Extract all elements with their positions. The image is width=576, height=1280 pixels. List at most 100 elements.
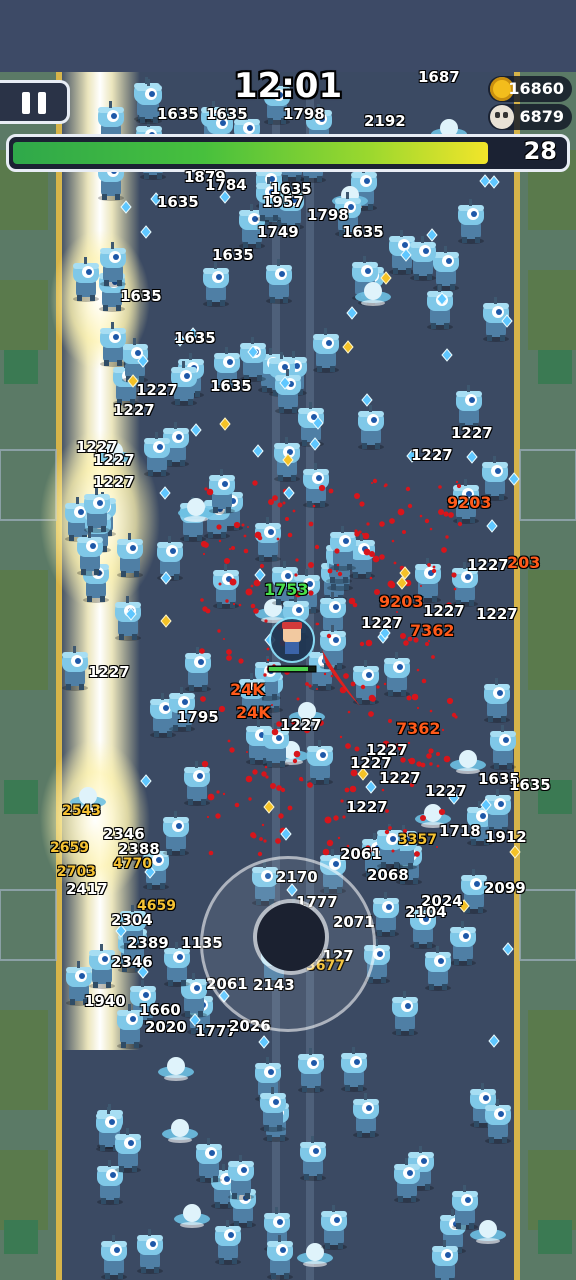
blood-drop: [424, 518, 430, 524]
blood-drop: [308, 590, 314, 596]
blood-drop: [285, 517, 289, 521]
blood-drop: [369, 576, 373, 580]
blood-drop: [425, 642, 429, 646]
damage-number: 1227: [136, 381, 178, 399]
damage-number: 4659: [137, 898, 176, 914]
blood-drop: [432, 565, 436, 569]
damage-number: 2068: [367, 866, 409, 884]
blood-drop: [292, 509, 296, 513]
blood-drop: [403, 640, 409, 646]
blood-drop: [282, 501, 286, 505]
robot-enemy: [321, 1205, 347, 1250]
blood-drop: [259, 837, 263, 841]
blood-drop: [431, 655, 435, 659]
blood-drop: [217, 629, 221, 633]
robot-enemy: [184, 761, 210, 806]
blood-drop: [226, 655, 232, 661]
robot-enemy: [307, 740, 333, 785]
xp-bar: 28: [6, 134, 570, 172]
damage-number: 1227: [467, 556, 509, 574]
blood-drop: [384, 829, 390, 835]
blood-drop: [318, 484, 326, 492]
blood-drop: [261, 771, 267, 777]
blood-drop: [455, 480, 459, 484]
blood-drop: [270, 783, 276, 789]
damage-number: 1718: [439, 822, 481, 840]
blood-drop: [264, 619, 268, 623]
robot-enemy: [115, 596, 141, 641]
damage-number: 1635: [174, 329, 216, 347]
blood-drop: [316, 688, 318, 690]
damage-number: 2061: [340, 845, 382, 863]
robot-enemy: [358, 405, 384, 450]
blood-drop: [441, 728, 445, 732]
pause-button[interactable]: [0, 80, 70, 124]
damage-number: 2543: [62, 803, 101, 819]
blood-drop: [414, 851, 420, 857]
gold-value: 16860: [508, 79, 564, 98]
blood-drop: [456, 483, 462, 489]
damage-number: 1635: [210, 377, 252, 395]
blood-drop: [263, 673, 267, 677]
damage-number: 2417: [66, 880, 108, 898]
blood-drop: [257, 535, 263, 541]
blood-drop: [207, 793, 215, 801]
blood-drop: [336, 563, 340, 567]
blood-drop: [448, 512, 454, 518]
blood-drop: [359, 641, 365, 647]
robot-enemy: [298, 1048, 324, 1093]
damage-number: 1227: [93, 451, 135, 469]
blood-drop: [379, 521, 385, 527]
blood-drop: [400, 633, 406, 639]
blood-drop: [278, 813, 284, 819]
blood-drop: [354, 493, 360, 499]
blood-drop: [252, 769, 258, 775]
damage-number: 1784: [205, 176, 247, 194]
robot-enemy: [100, 242, 126, 287]
damage-number: 1940: [84, 992, 126, 1010]
robot-enemy: [425, 946, 451, 991]
blood-drop: [388, 826, 392, 830]
blood-drop: [307, 782, 313, 788]
blood-drop: [337, 571, 343, 577]
blood-drop: [350, 681, 356, 687]
robot-enemy: [275, 369, 301, 414]
blood-drop: [445, 535, 449, 539]
blood-drop: [372, 478, 378, 484]
blood-drop: [276, 785, 282, 791]
blood-drop: [438, 485, 442, 489]
robot-enemy: [330, 526, 356, 571]
blood-drop: [391, 539, 395, 543]
damage-number: 203: [507, 553, 541, 572]
blood-drop: [407, 503, 413, 509]
blood-drop: [406, 695, 412, 701]
blood-drop: [295, 558, 299, 562]
blood-drop: [226, 649, 232, 655]
blood-drop: [363, 548, 371, 556]
blood-drop: [233, 521, 241, 529]
joystick-knob[interactable]: [257, 903, 325, 971]
blood-drop: [272, 495, 278, 501]
damage-number: 1957: [262, 193, 304, 211]
blood-drop: [366, 522, 370, 526]
virtual-joystick[interactable]: [200, 856, 376, 1032]
blood-drop: [296, 697, 300, 701]
blood-drop: [348, 597, 356, 605]
blood-drop: [431, 568, 437, 574]
blood-drop: [441, 547, 447, 553]
blood-drop: [208, 850, 214, 856]
blood-drop: [361, 532, 365, 536]
blood-drop: [337, 836, 341, 840]
blood-drop: [407, 758, 411, 762]
blood-drop: [218, 539, 222, 543]
damage-number: 1795: [177, 708, 219, 726]
blood-drop: [232, 602, 236, 606]
blood-drop: [381, 788, 385, 792]
blood-drop: [275, 838, 281, 844]
damage-number: 1227: [379, 769, 421, 787]
blood-drop: [201, 760, 209, 768]
robot-enemy: [117, 533, 143, 578]
blood-drop: [308, 521, 314, 527]
robot-enemy: [260, 1087, 286, 1132]
robot-enemy: [433, 246, 459, 291]
